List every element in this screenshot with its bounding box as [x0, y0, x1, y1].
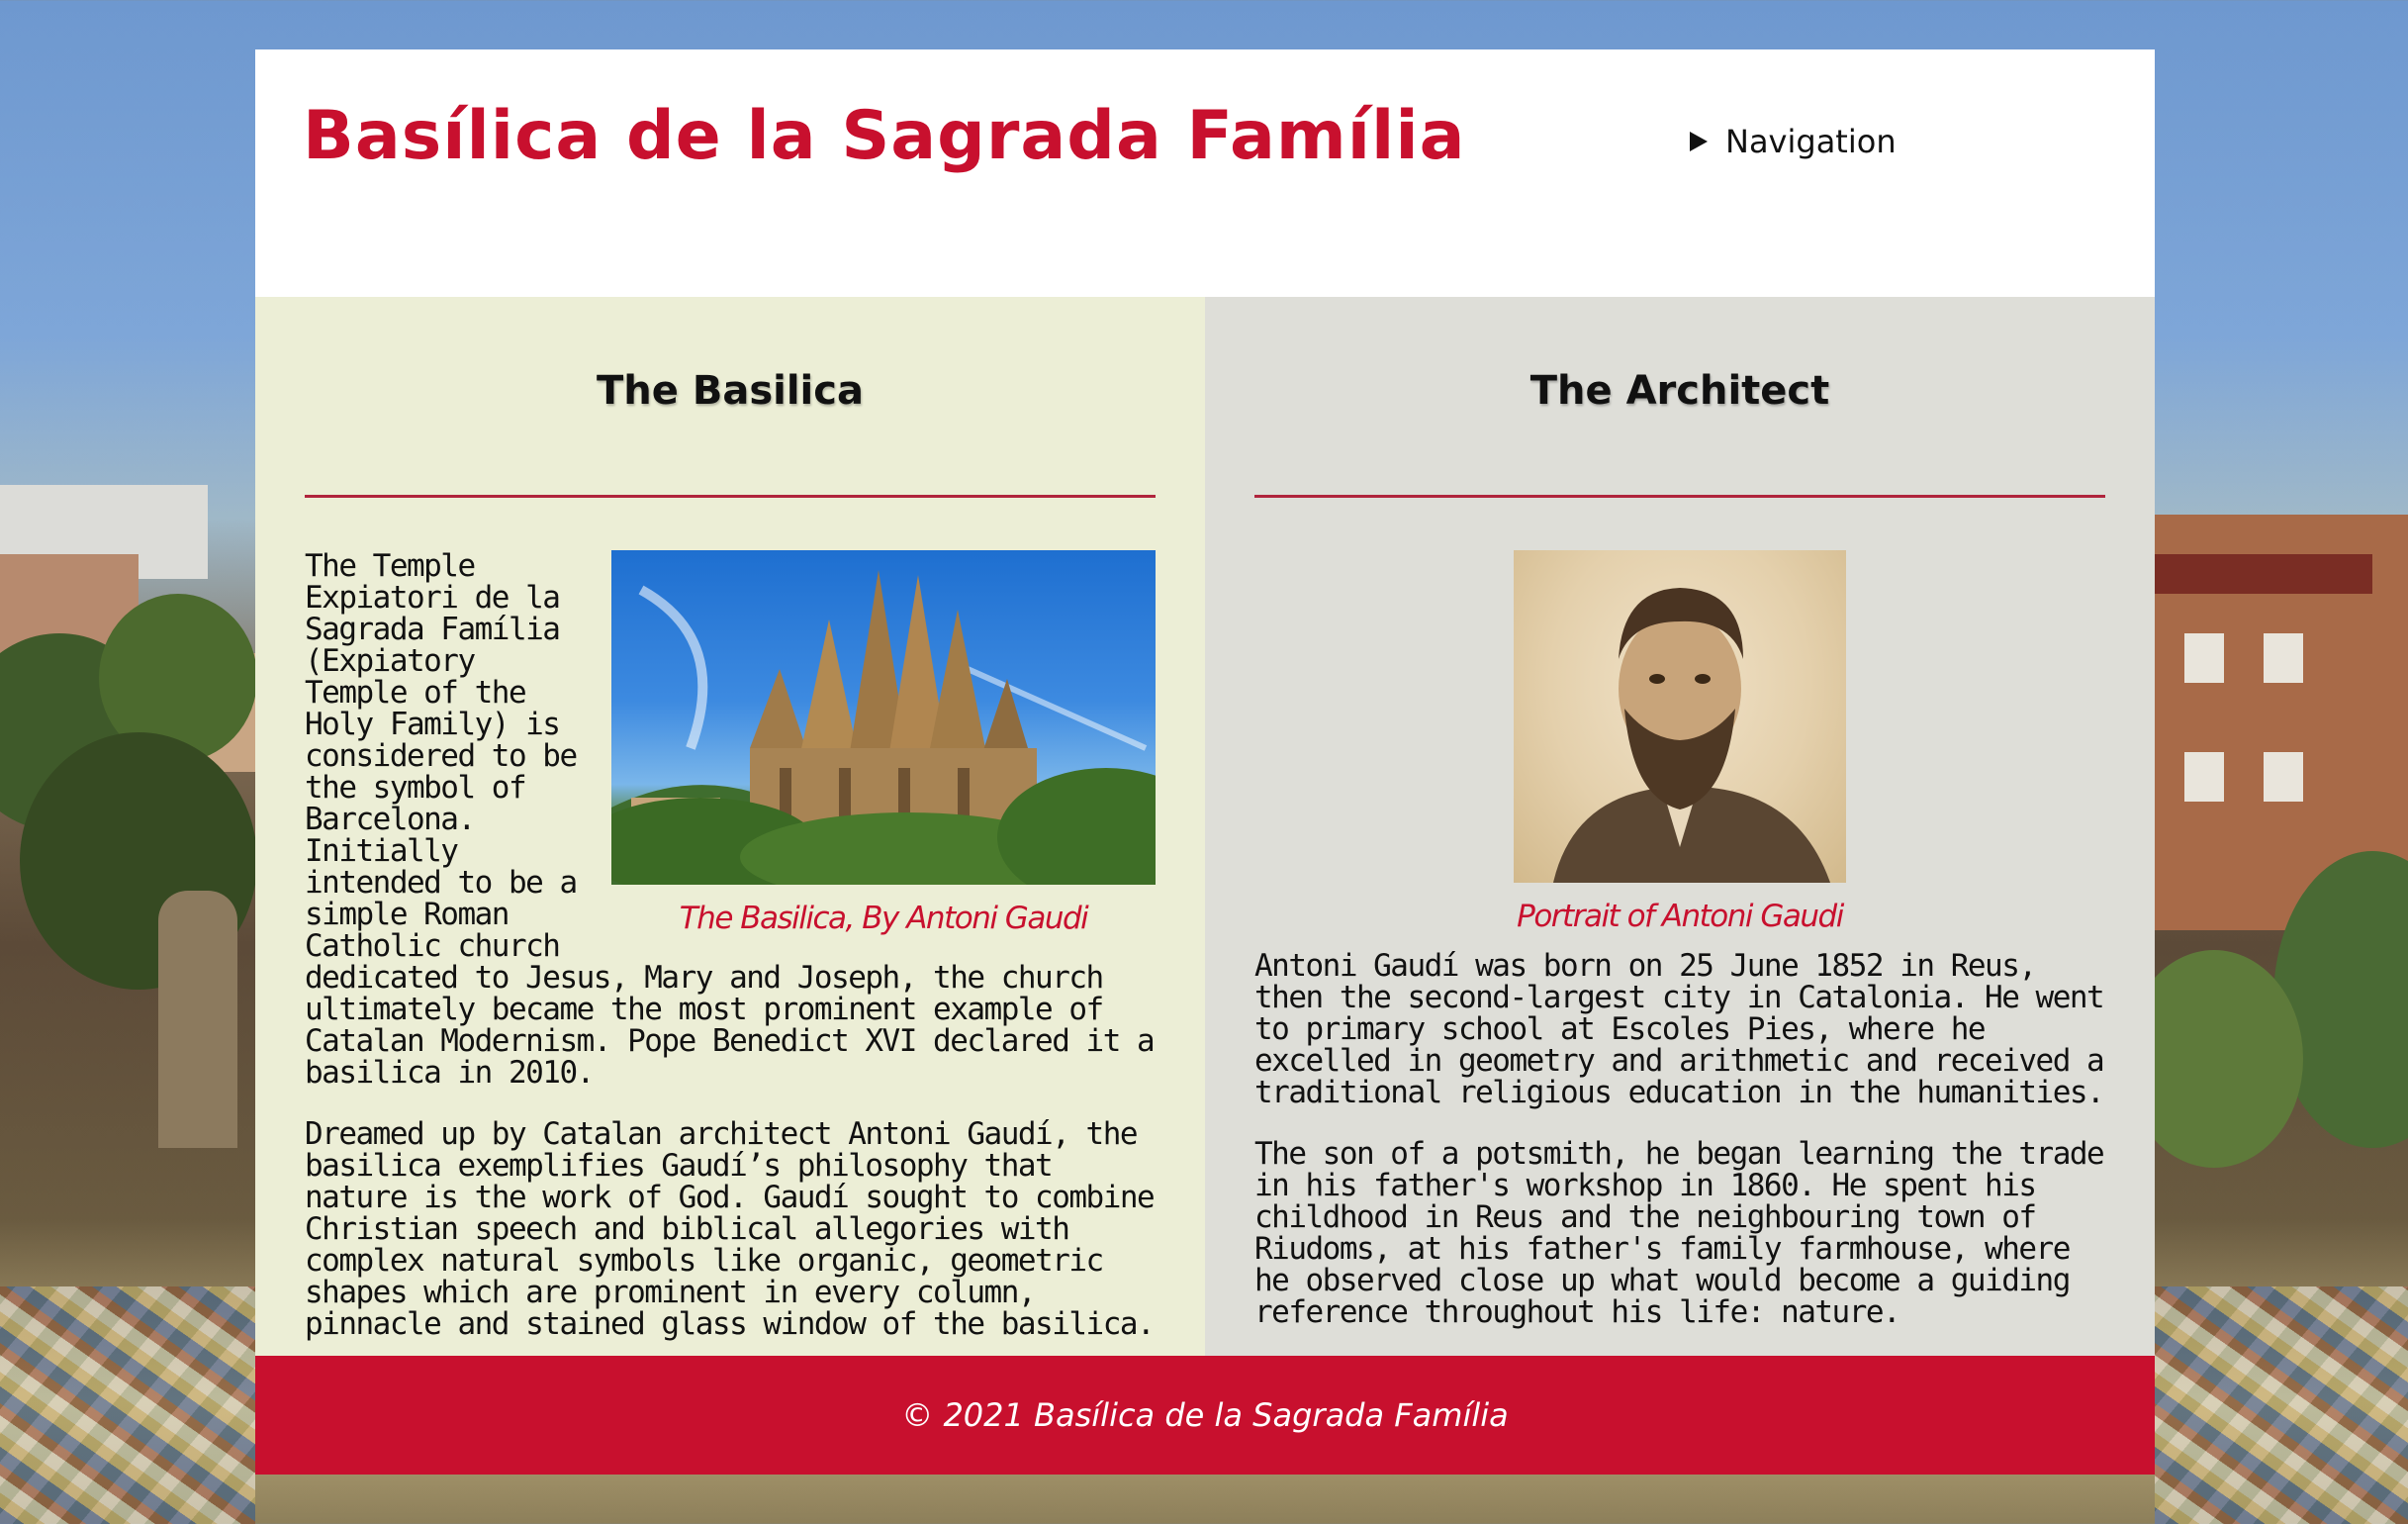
background-scenery-right	[2125, 0, 2408, 1524]
basilica-heading: The Basilica	[597, 368, 864, 414]
basilica-paragraph: Dreamed up by Catalan architect Antoni G…	[305, 1116, 1156, 1342]
architect-paragraph: Antoni Gaudí was born on 25 June 1852 in…	[1254, 948, 2105, 1110]
architect-paragraph: The son of a potsmith, he began learning…	[1254, 1136, 2105, 1330]
navigation-toggle[interactable]: Navigation	[1690, 123, 1897, 160]
disclosure-triangle-icon	[1690, 132, 1708, 151]
architect-caption: Portrait of Antoni Gaudi	[1517, 899, 1844, 934]
section-divider	[1254, 495, 2105, 498]
section-divider	[305, 495, 1156, 498]
basilica-content: The Basilica, By Antoni Gaudi The Temple…	[305, 550, 1156, 1370]
basilica-figure: The Basilica, By Antoni Gaudi	[611, 550, 1156, 934]
architect-figure: Portrait of Antoni Gaudi	[1254, 550, 2105, 932]
site-title: Basílica de la Sagrada Família	[303, 97, 1466, 175]
basilica-caption: The Basilica, By Antoni Gaudi	[679, 901, 1089, 936]
architect-section: The Architect Portrait of Antoni Gaudi A…	[1205, 297, 2155, 1356]
gaudi-portrait	[1514, 550, 1846, 883]
navigation-label: Navigation	[1725, 123, 1897, 160]
basilica-section: The Basilica The Basilica, By Antoni Gau…	[255, 297, 1205, 1356]
background-scenery-left	[0, 0, 257, 1524]
content-card: Basílica de la Sagrada Família Navigatio…	[255, 49, 2155, 1475]
site-header: Basílica de la Sagrada Família Navigatio…	[255, 49, 2155, 297]
architect-heading: The Architect	[1529, 368, 1830, 414]
architect-content: Portrait of Antoni Gaudi Antoni Gaudí wa…	[1254, 550, 2105, 1358]
copyright-text: © 2021 Basílica de la Sagrada Família	[901, 1396, 1509, 1434]
basilica-photo	[611, 550, 1156, 885]
site-footer: © 2021 Basílica de la Sagrada Família	[255, 1356, 2155, 1475]
